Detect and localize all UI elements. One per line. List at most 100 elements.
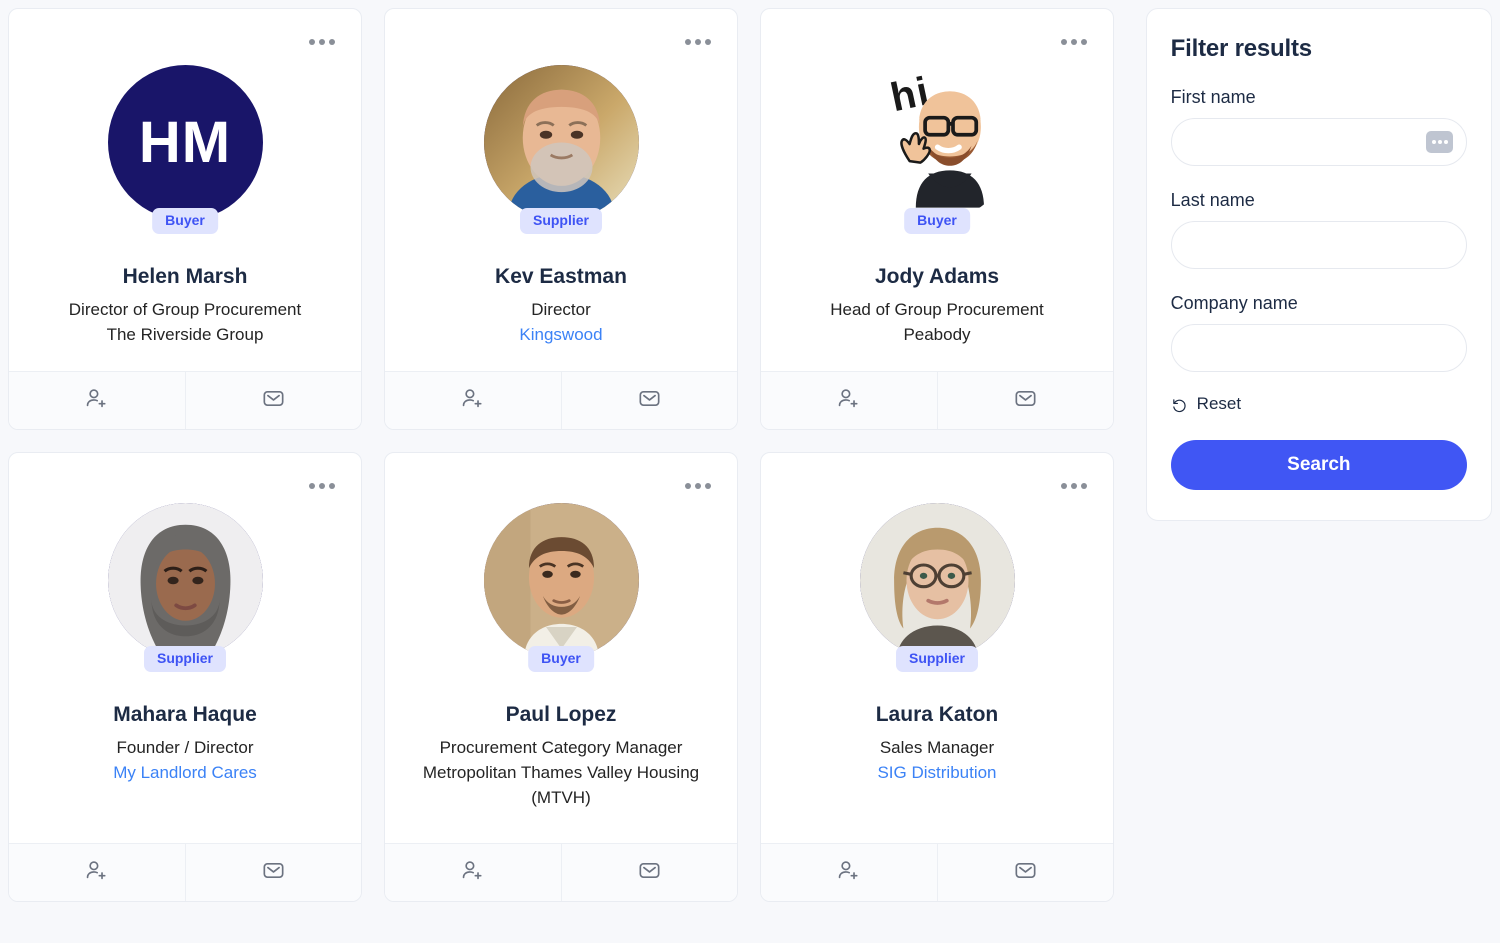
person-role: Head of Group Procurement [830, 300, 1044, 320]
person-role: Director [531, 300, 591, 320]
company-name-field[interactable] [1170, 324, 1467, 372]
person-name: Helen Marsh [122, 265, 248, 288]
ellipsis-icon[interactable] [681, 479, 715, 493]
person-card[interactable]: Supplier Mahara Haque Founder / Director… [8, 452, 362, 902]
person-role: Director of Group Procurement [68, 300, 302, 320]
person-company: Peabody [903, 324, 971, 344]
add-connection-button[interactable] [385, 372, 561, 429]
filter-panel: Filter results First name Last name Comp… [1145, 8, 1492, 521]
add-person-icon [460, 858, 485, 888]
person-card[interactable]: HM Buyer Helen Marsh Director of Group P… [8, 8, 362, 430]
mail-icon [261, 858, 286, 888]
person-card-body: Supplier Mahara Haque Founder / Director… [9, 453, 361, 843]
send-message-button[interactable] [560, 844, 738, 901]
avatar-initials: HM [107, 65, 263, 220]
add-person-icon [836, 386, 861, 416]
mail-icon [637, 858, 662, 888]
person-name: Paul Lopez [505, 703, 617, 726]
add-connection-button[interactable] [9, 372, 185, 429]
avatar-wrapper: hi Buyer [859, 65, 1015, 234]
avatar-photo [483, 65, 639, 220]
ellipsis-icon[interactable] [305, 35, 339, 49]
mail-icon [261, 386, 286, 416]
avatar-photo [483, 503, 639, 658]
card-footer [761, 371, 1113, 429]
last-name-field[interactable] [1170, 221, 1467, 269]
person-card-body: hi Buyer Jody Adams Head of Group Procur… [761, 9, 1113, 371]
person-card-body: Supplier Laura Katon Sales Manager SIG D… [761, 453, 1113, 843]
person-card[interactable]: hi Buyer Jody Adams Head of Group Procur… [760, 8, 1114, 430]
person-card[interactable]: Buyer Paul Lopez Procurement Category Ma… [384, 452, 738, 902]
add-person-icon [836, 858, 861, 888]
person-name: Mahara Haque [113, 703, 257, 726]
status-badge: Buyer [904, 207, 970, 234]
person-role: Procurement Category Manager [439, 738, 683, 758]
send-message-button[interactable] [936, 372, 1114, 429]
ellipsis-icon[interactable] [1057, 35, 1091, 49]
avatar-wrapper: Supplier [859, 503, 1015, 672]
company-name-label: Company name [1170, 293, 1298, 313]
person-card-body: HM Buyer Helen Marsh Director of Group P… [9, 9, 361, 371]
person-card-body: Supplier Kev Eastman Director Kingswood [385, 9, 737, 371]
person-card[interactable]: Supplier Kev Eastman Director Kingswood [384, 8, 738, 430]
ellipsis-icon[interactable] [1057, 479, 1091, 493]
mail-icon [1013, 386, 1038, 416]
card-footer [385, 843, 737, 901]
avatar-wrapper: HM Buyer [107, 65, 263, 234]
search-button[interactable]: Search [1170, 439, 1467, 490]
reset-button[interactable]: Reset [1171, 394, 1241, 414]
avatar-bitmoji: hi [859, 65, 1015, 220]
first-name-field[interactable] [1170, 118, 1467, 166]
person-name: Jody Adams [874, 265, 1000, 288]
status-badge: Buyer [152, 207, 218, 234]
reset-label: Reset [1196, 394, 1242, 413]
person-company-link[interactable]: SIG Distribution [877, 761, 996, 786]
status-badge: Supplier [895, 645, 979, 672]
first-name-label: First name [1170, 87, 1256, 107]
avatar-wrapper: Buyer [483, 503, 639, 672]
last-name-label: Last name [1170, 190, 1255, 210]
person-name: Kev Eastman [495, 265, 627, 288]
person-card[interactable]: Supplier Laura Katon Sales Manager SIG D… [760, 452, 1114, 902]
people-search-page: HM Buyer Helen Marsh Director of Group P… [0, 0, 1500, 943]
card-footer [385, 371, 737, 429]
mail-icon [637, 386, 662, 416]
avatar-wrapper: Supplier [107, 503, 263, 672]
person-company-link[interactable]: Kingswood [519, 323, 602, 348]
avatar-wrapper: Supplier [483, 65, 639, 234]
avatar-photo [107, 503, 263, 658]
avatar-photo [859, 503, 1015, 658]
add-connection-button[interactable] [385, 844, 561, 901]
add-person-icon [84, 386, 109, 416]
status-badge: Supplier [143, 645, 227, 672]
ellipsis-box-icon[interactable] [1426, 131, 1453, 153]
status-badge: Buyer [528, 645, 594, 672]
person-name: Laura Katon [875, 703, 999, 726]
ellipsis-icon[interactable] [305, 479, 339, 493]
results-grid: HM Buyer Helen Marsh Director of Group P… [8, 8, 1128, 935]
first-name-input[interactable] [1187, 133, 1450, 151]
add-connection-button[interactable] [9, 844, 185, 901]
status-badge: Supplier [519, 207, 603, 234]
add-person-icon [460, 386, 485, 416]
send-message-button[interactable] [184, 372, 362, 429]
person-role: Founder / Director [116, 738, 254, 758]
send-message-button[interactable] [560, 372, 738, 429]
add-person-icon [84, 858, 109, 888]
rotate-ccw-icon [1171, 396, 1188, 413]
card-footer [9, 843, 361, 901]
card-footer [761, 843, 1113, 901]
add-connection-button[interactable] [761, 844, 937, 901]
company-name-input[interactable] [1187, 339, 1450, 357]
send-message-button[interactable] [936, 844, 1114, 901]
person-company: The Riverside Group [106, 324, 264, 344]
person-card-body: Buyer Paul Lopez Procurement Category Ma… [385, 453, 737, 843]
send-message-button[interactable] [184, 844, 362, 901]
person-company: Metropolitan Thames Valley Housing (MTVH… [422, 762, 700, 807]
ellipsis-icon[interactable] [681, 35, 715, 49]
add-connection-button[interactable] [761, 372, 937, 429]
mail-icon [1013, 858, 1038, 888]
card-footer [9, 371, 361, 429]
last-name-input[interactable] [1187, 236, 1450, 254]
person-company-link[interactable]: My Landlord Cares [113, 761, 257, 786]
